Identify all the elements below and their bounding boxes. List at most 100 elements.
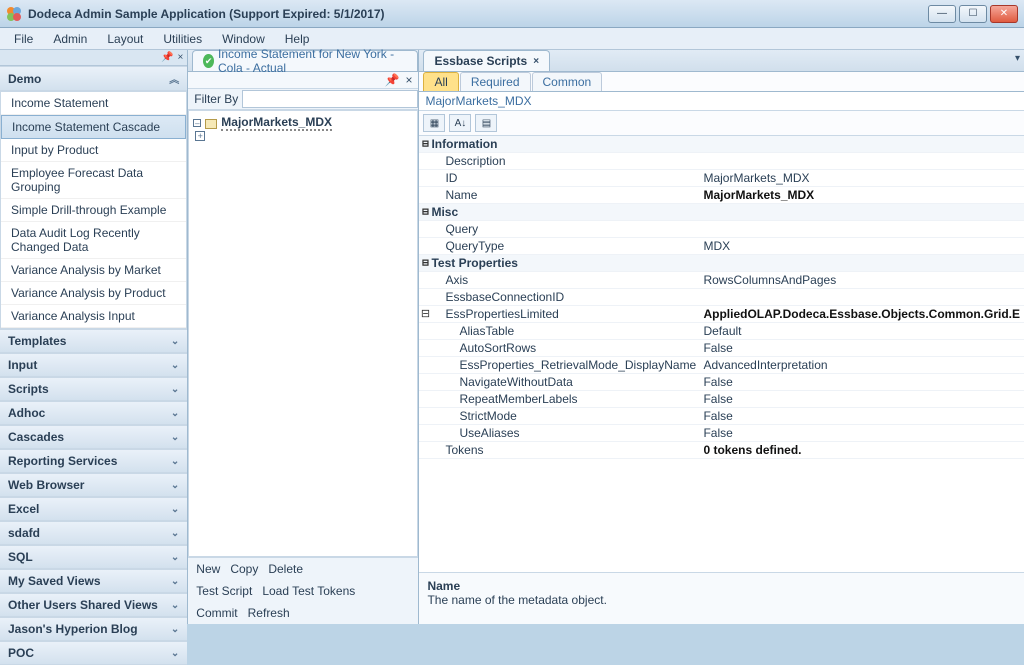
test-script-button[interactable]: Test Script bbox=[196, 584, 252, 598]
menu-help[interactable]: Help bbox=[277, 30, 318, 48]
property-value[interactable] bbox=[699, 296, 1024, 298]
property-row[interactable]: AutoSortRowsFalse bbox=[419, 340, 1024, 357]
property-row[interactable]: AliasTableDefault bbox=[419, 323, 1024, 340]
property-value[interactable]: 0 tokens defined. bbox=[699, 442, 1024, 458]
section-header[interactable]: Input⌄ bbox=[0, 353, 187, 377]
nav-item[interactable]: Variance Analysis by Market bbox=[1, 259, 186, 282]
section-header[interactable]: Web Browser⌄ bbox=[0, 473, 187, 497]
property-value[interactable]: AdvancedInterpretation bbox=[699, 357, 1024, 373]
property-row[interactable]: StrictModeFalse bbox=[419, 408, 1024, 425]
panel-close-icon[interactable]: × bbox=[405, 73, 412, 87]
menu-admin[interactable]: Admin bbox=[45, 30, 95, 48]
section-header[interactable]: Templates⌄ bbox=[0, 329, 187, 353]
close-button[interactable]: ✕ bbox=[990, 5, 1018, 23]
commit-button[interactable]: Commit bbox=[196, 606, 237, 620]
property-value[interactable]: False bbox=[699, 408, 1024, 424]
categorized-view-icon[interactable]: ▦ bbox=[423, 114, 445, 132]
property-value[interactable]: MajorMarkets_MDX bbox=[699, 170, 1024, 186]
expand-icon[interactable]: ⊟ bbox=[419, 307, 431, 321]
nav-item[interactable]: Employee Forecast Data Grouping bbox=[1, 162, 186, 199]
menu-file[interactable]: File bbox=[6, 30, 41, 48]
new-button[interactable]: New bbox=[196, 562, 220, 576]
nav-item[interactable]: Input by Product bbox=[1, 139, 186, 162]
minimize-button[interactable]: — bbox=[928, 5, 956, 23]
nav-item[interactable]: Simple Drill-through Example bbox=[1, 199, 186, 222]
property-pages-icon[interactable]: ▤ bbox=[475, 114, 497, 132]
expand-icon[interactable]: ⊟ bbox=[419, 137, 431, 151]
section-header[interactable]: SQL⌄ bbox=[0, 545, 187, 569]
tree-expand-icon[interactable]: – bbox=[193, 119, 201, 127]
section-header[interactable]: Excel⌄ bbox=[0, 497, 187, 521]
expand-icon[interactable]: ⊟ bbox=[419, 256, 431, 270]
property-value[interactable] bbox=[699, 228, 1024, 230]
property-row[interactable]: ⊟EssPropertiesLimitedAppliedOLAP.Dodeca.… bbox=[419, 306, 1024, 323]
property-row[interactable]: Tokens0 tokens defined. bbox=[419, 442, 1024, 459]
property-value[interactable]: RowsColumnsAndPages bbox=[699, 272, 1024, 288]
refresh-button[interactable]: Refresh bbox=[248, 606, 290, 620]
subtab-required[interactable]: Required bbox=[460, 72, 531, 91]
nav-item[interactable]: Income Statement Cascade bbox=[1, 115, 186, 139]
nav-item[interactable]: Variance Analysis Input bbox=[1, 305, 186, 328]
tab-close-icon[interactable]: × bbox=[533, 56, 539, 67]
property-value[interactable]: False bbox=[699, 374, 1024, 390]
section-header[interactable]: Scripts⌄ bbox=[0, 377, 187, 401]
pin-icon[interactable]: 📌 bbox=[161, 52, 173, 63]
property-value[interactable]: False bbox=[699, 425, 1024, 441]
property-value[interactable] bbox=[699, 262, 1024, 264]
property-row[interactable]: EssbaseConnectionID bbox=[419, 289, 1024, 306]
property-value[interactable] bbox=[699, 160, 1024, 162]
right-tab-essbase-scripts[interactable]: Essbase Scripts × bbox=[423, 50, 550, 71]
menu-window[interactable]: Window bbox=[214, 30, 273, 48]
close-panel-icon[interactable]: × bbox=[177, 52, 183, 63]
property-category[interactable]: ⊟Misc bbox=[419, 204, 1024, 221]
property-value[interactable]: False bbox=[699, 340, 1024, 356]
section-header[interactable]: My Saved Views⌄ bbox=[0, 569, 187, 593]
property-value[interactable]: MDX bbox=[699, 238, 1024, 254]
property-grid[interactable]: ⊟InformationDescriptionIDMajorMarkets_MD… bbox=[419, 136, 1024, 572]
section-header[interactable]: Demo︽ bbox=[0, 66, 187, 91]
section-header[interactable]: sdafd⌄ bbox=[0, 521, 187, 545]
section-header[interactable]: Reporting Services⌄ bbox=[0, 449, 187, 473]
section-header[interactable]: Other Users Shared Views⌄ bbox=[0, 593, 187, 617]
menu-layout[interactable]: Layout bbox=[99, 30, 151, 48]
property-value[interactable] bbox=[699, 211, 1024, 213]
property-row[interactable]: RepeatMemberLabelsFalse bbox=[419, 391, 1024, 408]
menu-utilities[interactable]: Utilities bbox=[155, 30, 210, 48]
property-category[interactable]: ⊟Information bbox=[419, 136, 1024, 153]
delete-button[interactable]: Delete bbox=[268, 562, 303, 576]
nav-item[interactable]: Data Audit Log Recently Changed Data bbox=[1, 222, 186, 259]
nav-item[interactable]: Variance Analysis by Product bbox=[1, 282, 186, 305]
section-header[interactable]: Jason's Hyperion Blog⌄ bbox=[0, 617, 187, 641]
property-row[interactable]: QueryTypeMDX bbox=[419, 238, 1024, 255]
property-row[interactable]: Query bbox=[419, 221, 1024, 238]
script-tree[interactable]: – MajorMarkets_MDX + bbox=[188, 110, 418, 557]
section-header[interactable]: Adhoc⌄ bbox=[0, 401, 187, 425]
nav-item[interactable]: Income Statement bbox=[1, 92, 186, 115]
property-row[interactable]: Description bbox=[419, 153, 1024, 170]
tree-node-majormarkets[interactable]: – MajorMarkets_MDX bbox=[193, 115, 413, 131]
section-header[interactable]: POC⌄ bbox=[0, 641, 187, 665]
property-category[interactable]: ⊟Test Properties bbox=[419, 255, 1024, 272]
load-test-tokens-button[interactable]: Load Test Tokens bbox=[262, 584, 355, 598]
property-value[interactable]: MajorMarkets_MDX bbox=[699, 187, 1024, 203]
property-row[interactable]: EssProperties_RetrievalMode_DisplayNameA… bbox=[419, 357, 1024, 374]
expand-icon[interactable]: ⊟ bbox=[419, 205, 431, 219]
property-row[interactable]: UseAliasesFalse bbox=[419, 425, 1024, 442]
property-value[interactable]: False bbox=[699, 391, 1024, 407]
section-header[interactable]: Cascades⌄ bbox=[0, 425, 187, 449]
property-row[interactable]: NameMajorMarkets_MDX bbox=[419, 187, 1024, 204]
tab-menu-icon[interactable]: ▾ bbox=[1015, 53, 1020, 64]
property-value[interactable]: Default bbox=[699, 323, 1024, 339]
tree-add-icon[interactable]: + bbox=[195, 131, 205, 141]
subtab-all[interactable]: All bbox=[423, 72, 458, 91]
property-row[interactable]: AxisRowsColumnsAndPages bbox=[419, 272, 1024, 289]
alphabetical-sort-icon[interactable]: A↓ bbox=[449, 114, 471, 132]
property-row[interactable]: IDMajorMarkets_MDX bbox=[419, 170, 1024, 187]
maximize-button[interactable]: ☐ bbox=[959, 5, 987, 23]
panel-pin-icon[interactable]: 📌 bbox=[385, 73, 400, 87]
property-value[interactable]: AppliedOLAP.Dodeca.Essbase.Objects.Commo… bbox=[699, 306, 1024, 322]
filter-input[interactable] bbox=[242, 90, 418, 108]
copy-button[interactable]: Copy bbox=[230, 562, 258, 576]
subtab-common[interactable]: Common bbox=[532, 72, 603, 91]
property-value[interactable] bbox=[699, 143, 1024, 145]
